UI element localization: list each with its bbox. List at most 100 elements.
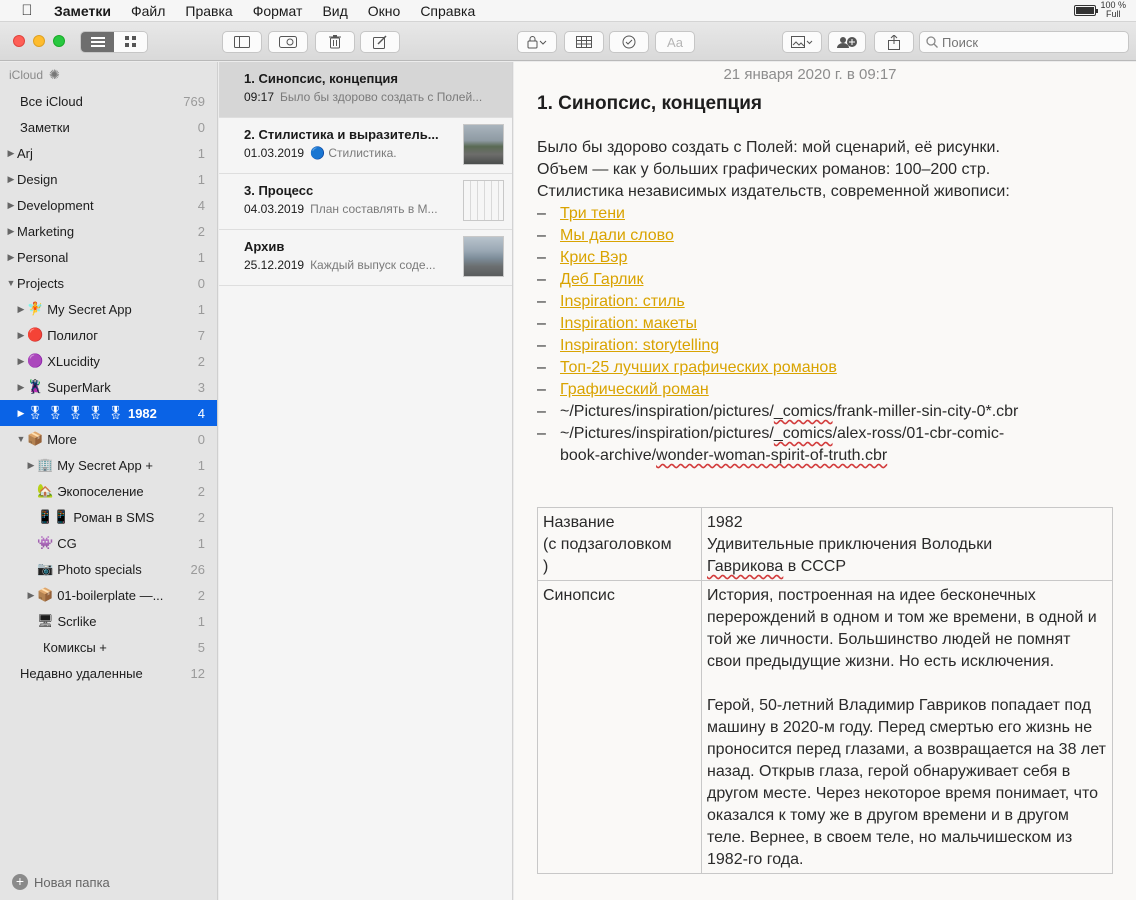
disclosure-collapsed-icon[interactable]: ▶ (15, 356, 27, 367)
sidebar-item-label: Design (17, 171, 58, 187)
sidebar-item[interactable]: ▼ 📦 More 0 (0, 426, 217, 452)
zoom-window-button[interactable] (53, 35, 65, 47)
toggle-sidebar-button[interactable] (222, 31, 262, 53)
note-link[interactable]: Мы дали слово (560, 225, 674, 247)
gallery-view-button[interactable] (114, 32, 147, 52)
sidebar-item[interactable]: ▶ 🔴 Полилог 7 (0, 322, 217, 348)
delete-button[interactable] (315, 31, 355, 53)
table-cell-value[interactable]: История, построенная на идее бесконечных… (701, 580, 1113, 874)
apple-menu-icon[interactable]:  (12, 2, 42, 19)
sidebar-item[interactable]: ▶ Design 1 (0, 166, 217, 192)
note-link[interactable]: Inspiration: storytelling (560, 335, 719, 357)
menu-app[interactable]: Заметки (42, 3, 121, 19)
table-button[interactable] (564, 31, 604, 53)
note-meta: 01.03.2019 🔵 Стилистика. (244, 146, 449, 160)
collaborate-button[interactable] (828, 31, 866, 53)
sidebar-item[interactable]: Комиксы + 5 (0, 634, 217, 660)
new-note-button[interactable] (360, 31, 400, 53)
sidebar-item-label: 1982 (127, 405, 157, 421)
disclosure-expanded-icon[interactable]: ▼ (5, 278, 17, 288)
insert-media-button[interactable] (782, 31, 822, 53)
sidebar-item[interactable]: ▶ Arj 1 (0, 140, 217, 166)
folder-emoji-icon: 📷 (37, 561, 54, 576)
note-body[interactable]: 1. Синопсис, концепция Было бы здорово с… (514, 93, 1136, 874)
sidebar-item-label: SuperMark (47, 379, 111, 395)
sidebar-item[interactable]: ▶ 🎖 🎖 🎖 🎖 🎖 1982 4 (0, 400, 217, 426)
table-cell-key[interactable]: Синопсис (537, 580, 702, 874)
sidebar-item[interactable]: 👾 CG 1 (0, 530, 217, 556)
share-button[interactable] (874, 31, 914, 53)
sidebar-item[interactable]: ▶ 📦 01-boilerplate —... 2 (0, 582, 217, 608)
menu-format[interactable]: Формат (243, 3, 313, 19)
note-link[interactable]: Графический роман (560, 379, 709, 401)
new-folder-button[interactable]: + Новая папка (12, 874, 110, 890)
disclosure-collapsed-icon[interactable]: ▶ (5, 200, 17, 211)
sidebar-item[interactable]: ▶ 🏢 My Secret App + 1 (0, 452, 217, 478)
note-link[interactable]: Inspiration: стиль (560, 291, 685, 313)
file-path[interactable]: ~/Pictures/inspiration/pictures/_comics/… (560, 401, 1018, 423)
synopsis-paragraph-2: Герой, 50-летний Владимир Гавриков попад… (707, 697, 1106, 868)
note-list-item[interactable]: Архив 25.12.2019 Каждый выпуск соде... (219, 230, 512, 286)
disclosure-collapsed-icon[interactable]: ▶ (5, 226, 17, 237)
disclosure-collapsed-icon[interactable]: ▶ (25, 590, 37, 601)
note-list-item[interactable]: 3. Процесс 04.03.2019 План составлять в М.… (219, 174, 512, 230)
sidebar-item[interactable]: 📱📱 Роман в SMS 2 (0, 504, 217, 530)
sidebar-item[interactable]: ▶ 🧚 My Secret App 1 (0, 296, 217, 322)
disclosure-collapsed-icon[interactable]: ▶ (15, 382, 27, 393)
disclosure-collapsed-icon[interactable]: ▶ (15, 408, 27, 419)
menu-window[interactable]: Окно (358, 3, 411, 19)
lock-note-button[interactable] (517, 31, 557, 53)
disclosure-collapsed-icon[interactable]: ▶ (25, 460, 37, 471)
checklist-button[interactable] (609, 31, 649, 53)
format-button[interactable]: Aa (655, 31, 695, 53)
note-list-item[interactable]: 1. Синопсис, концепция 09:17 Было бы здоро… (219, 62, 512, 118)
sidebar-item-label: Недавно удаленные (20, 665, 143, 681)
list-view-button[interactable] (81, 32, 114, 52)
sidebar-item[interactable]: 🏡 Экопоселение 2 (0, 478, 217, 504)
battery-status[interactable]: 100 % Full (1074, 1, 1126, 19)
search-field[interactable] (919, 31, 1129, 53)
disclosure-collapsed-icon[interactable]: ▶ (15, 330, 27, 341)
reference-item: – Inspiration: стиль (537, 291, 1136, 313)
note-link[interactable]: Топ-25 лучших графических романов (560, 357, 837, 379)
sidebar-item[interactable]: Недавно удаленные 12 (0, 660, 217, 686)
menu-help[interactable]: Справка (410, 3, 485, 19)
sidebar-item[interactable]: ▶ Personal 1 (0, 244, 217, 270)
sidebar-item-label: Marketing (17, 223, 75, 239)
note-table[interactable]: Название (с подзаголовком ) 1982 Удивите… (537, 507, 1113, 874)
sidebar-item[interactable]: Все iCloud 769 (0, 88, 217, 114)
menu-edit[interactable]: Правка (175, 3, 242, 19)
sidebar-item[interactable]: ▶ 🦹 SuperMark 3 (0, 374, 217, 400)
minimize-window-button[interactable] (33, 35, 45, 47)
note-editor[interactable]: 21 января 2020 г. в 09:17 1. Синопсис, к… (514, 62, 1136, 900)
sidebar-item[interactable]: ▼ Projects 0 (0, 270, 217, 296)
table-cell-key[interactable]: Название (с подзаголовком ) (537, 507, 702, 581)
reference-item: – Три тени (537, 203, 1136, 225)
disclosure-collapsed-icon[interactable]: ▶ (5, 252, 17, 263)
sidebar-item[interactable]: ▶ Development 4 (0, 192, 217, 218)
sidebar-item[interactable]: Заметки 0 (0, 114, 217, 140)
attachments-button[interactable] (268, 31, 308, 53)
menu-file[interactable]: Файл (121, 3, 175, 19)
close-window-button[interactable] (13, 35, 25, 47)
sidebar-item-label: CG (57, 535, 77, 551)
disclosure-collapsed-icon[interactable]: ▶ (5, 148, 17, 159)
table-cell-value[interactable]: 1982 Удивительные приключения Володьки Га… (701, 507, 1113, 581)
note-link[interactable]: Inspiration: макеты (560, 313, 697, 335)
disclosure-collapsed-icon[interactable]: ▶ (5, 174, 17, 185)
sidebar-item[interactable]: 🖥 Scrlike 1 (0, 608, 217, 634)
sidebar-item[interactable]: ▶ Marketing 2 (0, 218, 217, 244)
disclosure-expanded-icon[interactable]: ▼ (15, 434, 27, 444)
file-path[interactable]: ~/Pictures/inspiration/pictures/_comics/… (560, 423, 1004, 467)
note-link[interactable]: Деб Гарлик (560, 269, 643, 291)
disclosure-collapsed-icon[interactable]: ▶ (15, 304, 27, 315)
menu-view[interactable]: Вид (312, 3, 357, 19)
compose-icon (373, 35, 387, 49)
search-input[interactable] (942, 34, 1122, 50)
note-link[interactable]: Крис Вэр (560, 247, 627, 269)
note-list-item[interactable]: 2. Стилистика и выразитель... 01.03.2019 🔵… (219, 118, 512, 174)
reference-item: – Мы дали слово (537, 225, 1136, 247)
sidebar-item[interactable]: ▶ 🟣 XLucidity 2 (0, 348, 217, 374)
note-link[interactable]: Три тени (560, 203, 625, 225)
sidebar-item[interactable]: 📷 Photo specials 26 (0, 556, 217, 582)
